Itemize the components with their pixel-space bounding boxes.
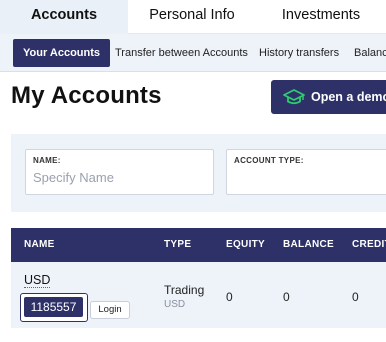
subtab-your-accounts[interactable]: Your Accounts: [13, 39, 111, 67]
account-type-currency: USD: [164, 299, 186, 310]
page-title: My Accounts: [11, 82, 162, 109]
header-credit[interactable]: CREDIT: [352, 228, 386, 262]
account-type: Trading: [164, 283, 205, 297]
name-filter-field[interactable]: NAME: Specify Name: [25, 149, 214, 195]
account-balance: 0: [283, 290, 290, 304]
open-demo-button[interactable]: Open a demo: [271, 80, 386, 114]
account-id[interactable]: 1185557: [24, 297, 83, 317]
account-currency[interactable]: USD: [24, 273, 51, 288]
filter-panel: NAME: Specify Name ACCOUNT TYPE:: [11, 134, 386, 212]
graduation-cap-icon: [283, 89, 305, 105]
header-equity[interactable]: EQUITY: [226, 228, 265, 262]
subtab-transfer-between-accounts[interactable]: Transfer between Accounts: [115, 39, 248, 67]
subtab-balance[interactable]: Balanc: [354, 39, 386, 67]
account-type-filter-label: ACCOUNT TYPE:: [234, 156, 304, 165]
name-filter-input[interactable]: Specify Name: [33, 170, 114, 185]
account-credit: 0: [352, 290, 359, 304]
table-row: USD 1185557 Login Trading USD 0 0 0: [11, 262, 386, 328]
account-type-filter-field[interactable]: ACCOUNT TYPE:: [226, 149, 386, 195]
header-name[interactable]: NAME: [24, 228, 55, 262]
open-demo-label: Open a demo: [311, 90, 386, 104]
header-type[interactable]: TYPE: [164, 228, 191, 262]
tab-investments[interactable]: Investments: [256, 0, 386, 34]
header-balance[interactable]: BALANCE: [283, 228, 334, 262]
account-equity: 0: [226, 290, 233, 304]
account-id-box[interactable]: 1185557: [20, 293, 88, 322]
tab-personal-info[interactable]: Personal Info: [128, 0, 256, 34]
tab-accounts[interactable]: Accounts: [0, 0, 128, 34]
accounts-table-header: NAME TYPE EQUITY BALANCE CREDIT: [11, 228, 386, 262]
subtab-history-transfers[interactable]: History transfers: [259, 39, 339, 67]
name-filter-label: NAME:: [33, 156, 61, 165]
sub-tabs: Your Accounts Transfer between Accounts …: [0, 34, 386, 72]
login-button[interactable]: Login: [90, 301, 130, 319]
top-tabs: Accounts Personal Info Investments: [0, 0, 386, 34]
